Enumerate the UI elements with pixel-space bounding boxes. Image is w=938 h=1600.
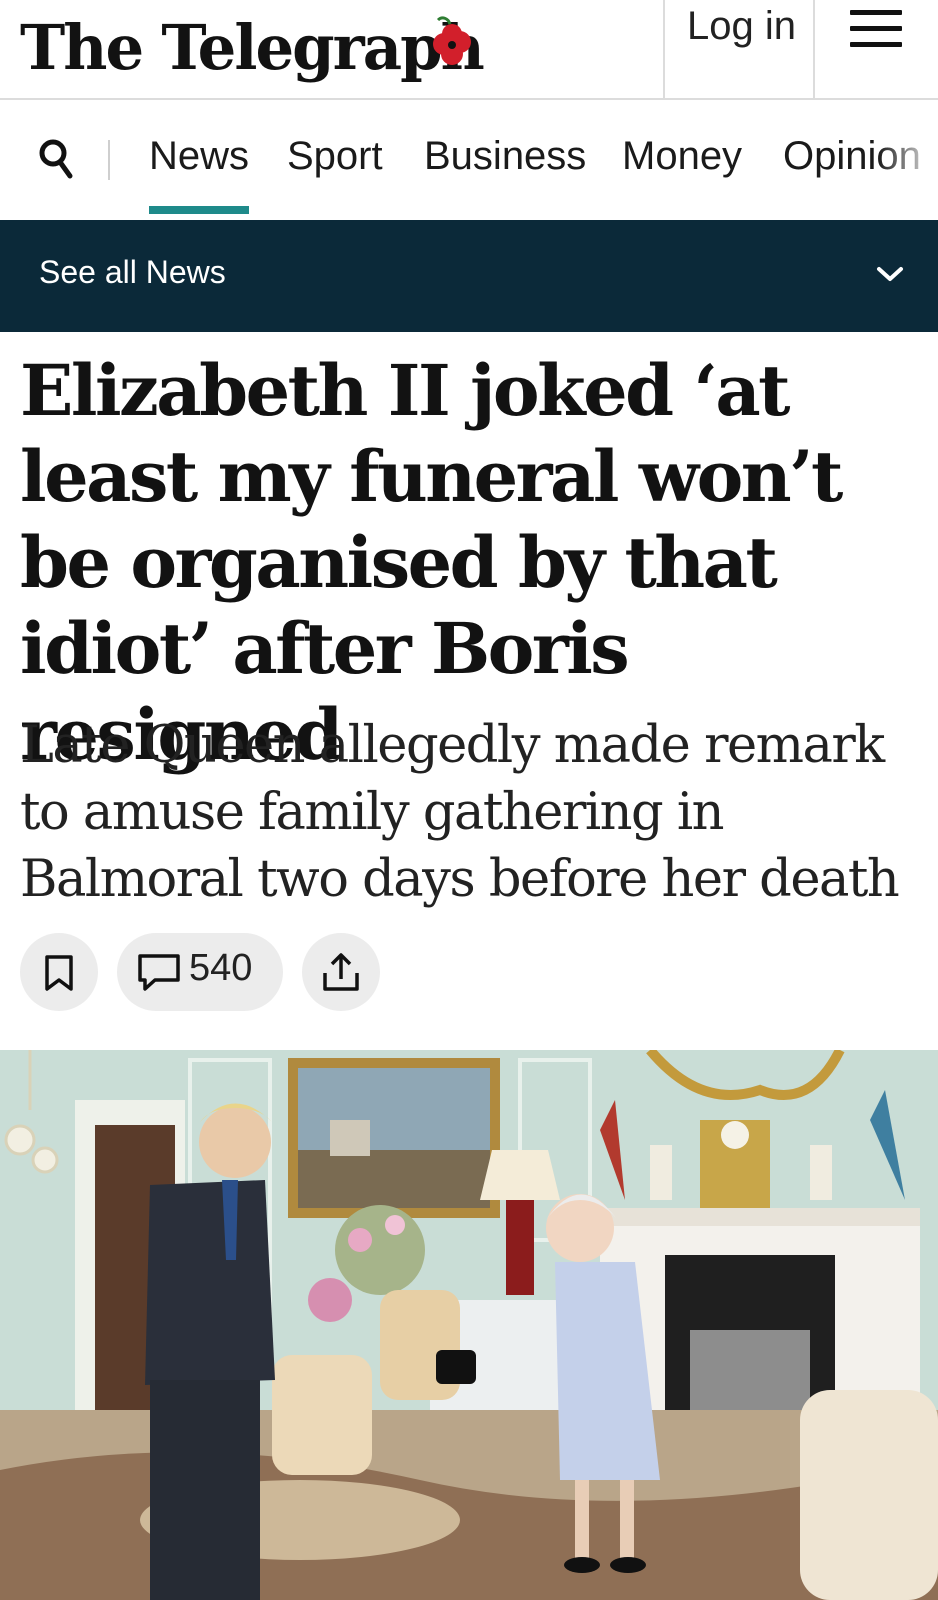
comments-button[interactable]: 540 <box>117 933 283 1011</box>
chevron-down-icon <box>877 267 903 281</box>
share-button[interactable] <box>302 933 380 1011</box>
nav-item-sport[interactable]: Sport <box>287 134 383 179</box>
article-standfirst: Late Queen allegedly made remark to amus… <box>20 716 900 909</box>
poppy-icon <box>433 16 471 65</box>
article-lead-image[interactable] <box>0 1050 938 1600</box>
bookmark-icon <box>45 955 73 991</box>
comment-icon <box>138 954 180 991</box>
section-nav: News Sport Business Money Opinion <box>0 100 938 220</box>
logo-text: The Telegraph <box>20 10 485 84</box>
see-all-news-bar[interactable]: See all News <box>0 220 938 332</box>
nav-fade <box>878 100 938 220</box>
share-icon <box>323 953 359 991</box>
login-button[interactable]: Log in <box>663 0 815 100</box>
see-all-news-label: See all News <box>39 254 226 290</box>
nav-item-news[interactable]: News <box>149 134 250 214</box>
bookmark-button[interactable] <box>20 933 98 1011</box>
search-icon[interactable] <box>38 138 74 180</box>
nav-item-money[interactable]: Money <box>622 134 742 179</box>
hamburger-menu-icon[interactable] <box>850 10 904 50</box>
login-label: Log in <box>687 4 796 48</box>
lead-photo-illustration <box>0 1050 938 1600</box>
comment-count: 540 <box>189 947 253 989</box>
nav-divider <box>108 140 110 180</box>
nav-item-business[interactable]: Business <box>424 134 586 179</box>
site-header: The Telegraph Log in <box>0 0 938 100</box>
telegraph-logo[interactable]: The Telegraph <box>20 2 492 92</box>
